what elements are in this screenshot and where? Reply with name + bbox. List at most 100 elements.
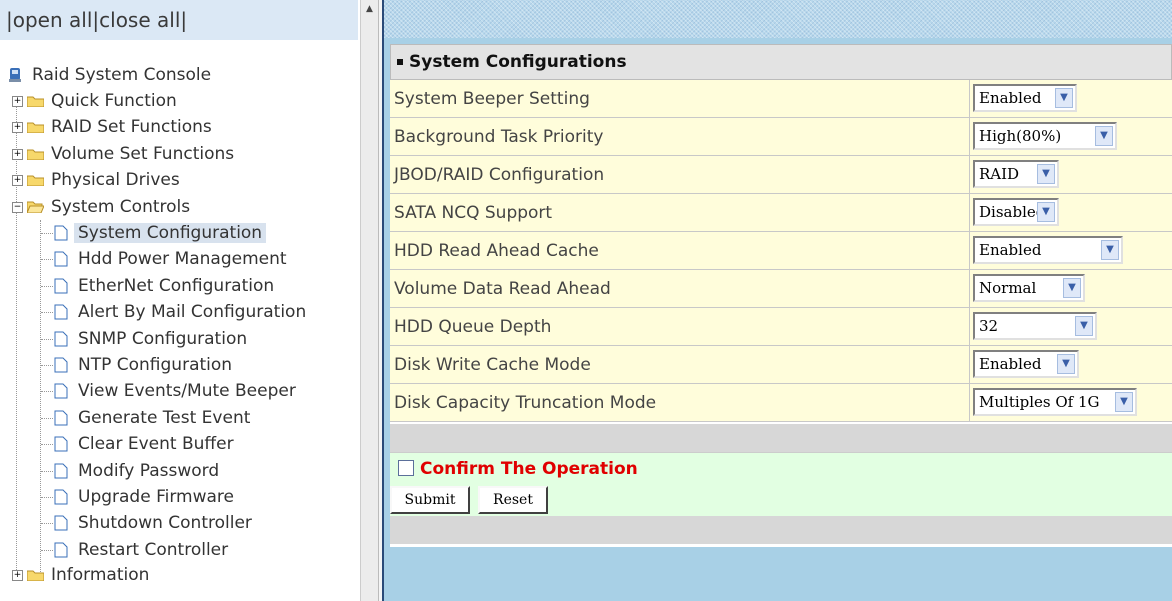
- bullet-square-icon: [397, 59, 403, 65]
- plus-icon[interactable]: +: [12, 121, 23, 133]
- config-select[interactable]: 32 ▼: [973, 312, 1097, 340]
- tree-line: [41, 418, 53, 419]
- panel-title: System Configurations: [409, 52, 627, 72]
- chevron-down-icon[interactable]: ▼: [1055, 88, 1073, 108]
- submit-button[interactable]: Submit: [390, 486, 470, 514]
- config-select[interactable]: RAID ▼: [973, 160, 1059, 188]
- tree-item-label: Information: [51, 565, 150, 585]
- tree-item-child[interactable]: System Configuration: [40, 220, 267, 246]
- tree-item-label: SNMP Configuration: [78, 329, 248, 349]
- config-select[interactable]: Multiples Of 1G ▼: [973, 388, 1137, 416]
- chevron-down-icon[interactable]: ▼: [1057, 354, 1075, 374]
- config-row: Disk Write Cache Mode Enabled ▼: [390, 346, 1172, 384]
- tree-item-child[interactable]: Shutdown Controller: [40, 510, 256, 536]
- document-icon: [54, 383, 68, 399]
- config-label: Disk Write Cache Mode: [394, 355, 591, 375]
- tree-item-child[interactable]: NTP Configuration: [40, 352, 236, 378]
- tree-item-child[interactable]: Upgrade Firmware: [40, 484, 238, 510]
- open-all-link[interactable]: open all: [13, 8, 93, 32]
- config-select[interactable]: Enabled ▼: [973, 84, 1077, 112]
- column-separator: [969, 194, 970, 232]
- tree-item-child[interactable]: EtherNet Configuration: [40, 273, 278, 299]
- document-icon: [54, 251, 68, 267]
- tree-scrollbar[interactable]: ▲: [360, 0, 378, 601]
- select-value: RAID: [979, 165, 1020, 183]
- document-icon: [54, 357, 68, 373]
- tree-item-label: EtherNet Configuration: [78, 276, 275, 296]
- chevron-down-icon[interactable]: ▼: [1037, 164, 1055, 184]
- document-icon: [54, 463, 68, 479]
- chevron-down-icon[interactable]: ▼: [1115, 392, 1133, 412]
- config-label: System Beeper Setting: [394, 89, 590, 109]
- tree-item-child[interactable]: SNMP Configuration: [40, 326, 251, 352]
- reset-button[interactable]: Reset: [478, 486, 548, 514]
- chevron-down-icon[interactable]: ▼: [1075, 316, 1093, 336]
- document-icon: [54, 410, 68, 426]
- tree-item-volume-set-functions[interactable]: + Volume Set Functions: [12, 141, 238, 167]
- config-row: HDD Read Ahead Cache Enabled ▼: [390, 232, 1172, 270]
- tree-line: [41, 391, 53, 392]
- tree-item-physical-drives[interactable]: + Physical Drives: [12, 167, 184, 193]
- plus-icon[interactable]: +: [12, 174, 23, 186]
- tree-item-child[interactable]: Generate Test Event: [40, 405, 254, 431]
- tree-line: [41, 286, 53, 287]
- plus-icon[interactable]: +: [12, 148, 23, 160]
- config-label: HDD Read Ahead Cache: [394, 241, 599, 261]
- document-icon: [54, 515, 68, 531]
- select-value: Enabled: [979, 241, 1042, 259]
- column-separator: [969, 308, 970, 346]
- tree-item-child[interactable]: Hdd Power Management: [40, 246, 291, 272]
- tree-item-information[interactable]: + Information: [12, 562, 153, 588]
- tree-item-label: View Events/Mute Beeper: [78, 381, 296, 401]
- close-all-link[interactable]: close all: [99, 8, 180, 32]
- select-value: Normal: [979, 279, 1037, 297]
- config-select[interactable]: Normal ▼: [973, 274, 1085, 302]
- plus-icon[interactable]: +: [12, 95, 23, 107]
- folder-icon: [27, 569, 44, 581]
- chevron-down-icon[interactable]: ▼: [1037, 202, 1055, 222]
- tree-item-label: Hdd Power Management: [78, 249, 287, 269]
- open-close-bar: |open all|close all|: [0, 0, 358, 40]
- tree-line: [41, 339, 53, 340]
- tree-item-raid-set-functions[interactable]: + RAID Set Functions: [12, 114, 216, 140]
- chevron-down-icon[interactable]: ▼: [1063, 278, 1081, 298]
- tree-item-label: Modify Password: [78, 461, 220, 481]
- tree-item-child[interactable]: Restart Controller: [40, 537, 232, 563]
- tree-item-label: Quick Function: [51, 91, 177, 111]
- config-select[interactable]: Disabled ▼: [973, 198, 1059, 226]
- tree-item-child[interactable]: Alert By Mail Configuration: [40, 299, 310, 325]
- config-row: System Beeper Setting Enabled ▼: [390, 80, 1172, 118]
- column-separator: [969, 156, 970, 194]
- system-configurations-panel: System Configurations System Beeper Sett…: [390, 44, 1172, 547]
- tree-item-child[interactable]: Clear Event Buffer: [40, 431, 238, 457]
- tree-item-quick-function[interactable]: + Quick Function: [12, 88, 181, 114]
- column-separator: [969, 346, 970, 384]
- tree-root[interactable]: Raid System Console: [8, 62, 215, 88]
- tree-item-child[interactable]: Modify Password: [40, 458, 223, 484]
- column-separator: [969, 232, 970, 270]
- minus-icon[interactable]: −: [12, 201, 23, 213]
- document-icon: [54, 489, 68, 505]
- pattern-banner: [384, 0, 1172, 38]
- config-row: Volume Data Read Ahead Normal ▼: [390, 270, 1172, 308]
- tree-item-label: Volume Set Functions: [51, 144, 235, 164]
- tree-item-child[interactable]: View Events/Mute Beeper: [40, 378, 300, 404]
- config-label: Disk Capacity Truncation Mode: [394, 393, 657, 413]
- chevron-down-icon[interactable]: ▼: [1095, 126, 1113, 146]
- tree-item-system-controls[interactable]: − System Controls: [12, 194, 194, 220]
- tree-item-label: Alert By Mail Configuration: [78, 302, 307, 322]
- document-icon: [54, 542, 68, 558]
- pipe: |: [180, 8, 188, 32]
- spacer-bar: [390, 516, 1172, 544]
- tree-line: [41, 471, 53, 472]
- tree-line: [41, 444, 53, 445]
- plus-icon[interactable]: +: [12, 569, 23, 581]
- folder-icon: [27, 174, 44, 186]
- config-select[interactable]: Enabled ▼: [973, 350, 1079, 378]
- config-select[interactable]: High(80%) ▼: [973, 122, 1117, 150]
- tree-line: [41, 259, 53, 260]
- scroll-up-arrow-icon[interactable]: ▲: [361, 0, 378, 18]
- chevron-down-icon[interactable]: ▼: [1101, 240, 1119, 260]
- config-select[interactable]: Enabled ▼: [973, 236, 1123, 264]
- confirm-checkbox[interactable]: [398, 460, 414, 476]
